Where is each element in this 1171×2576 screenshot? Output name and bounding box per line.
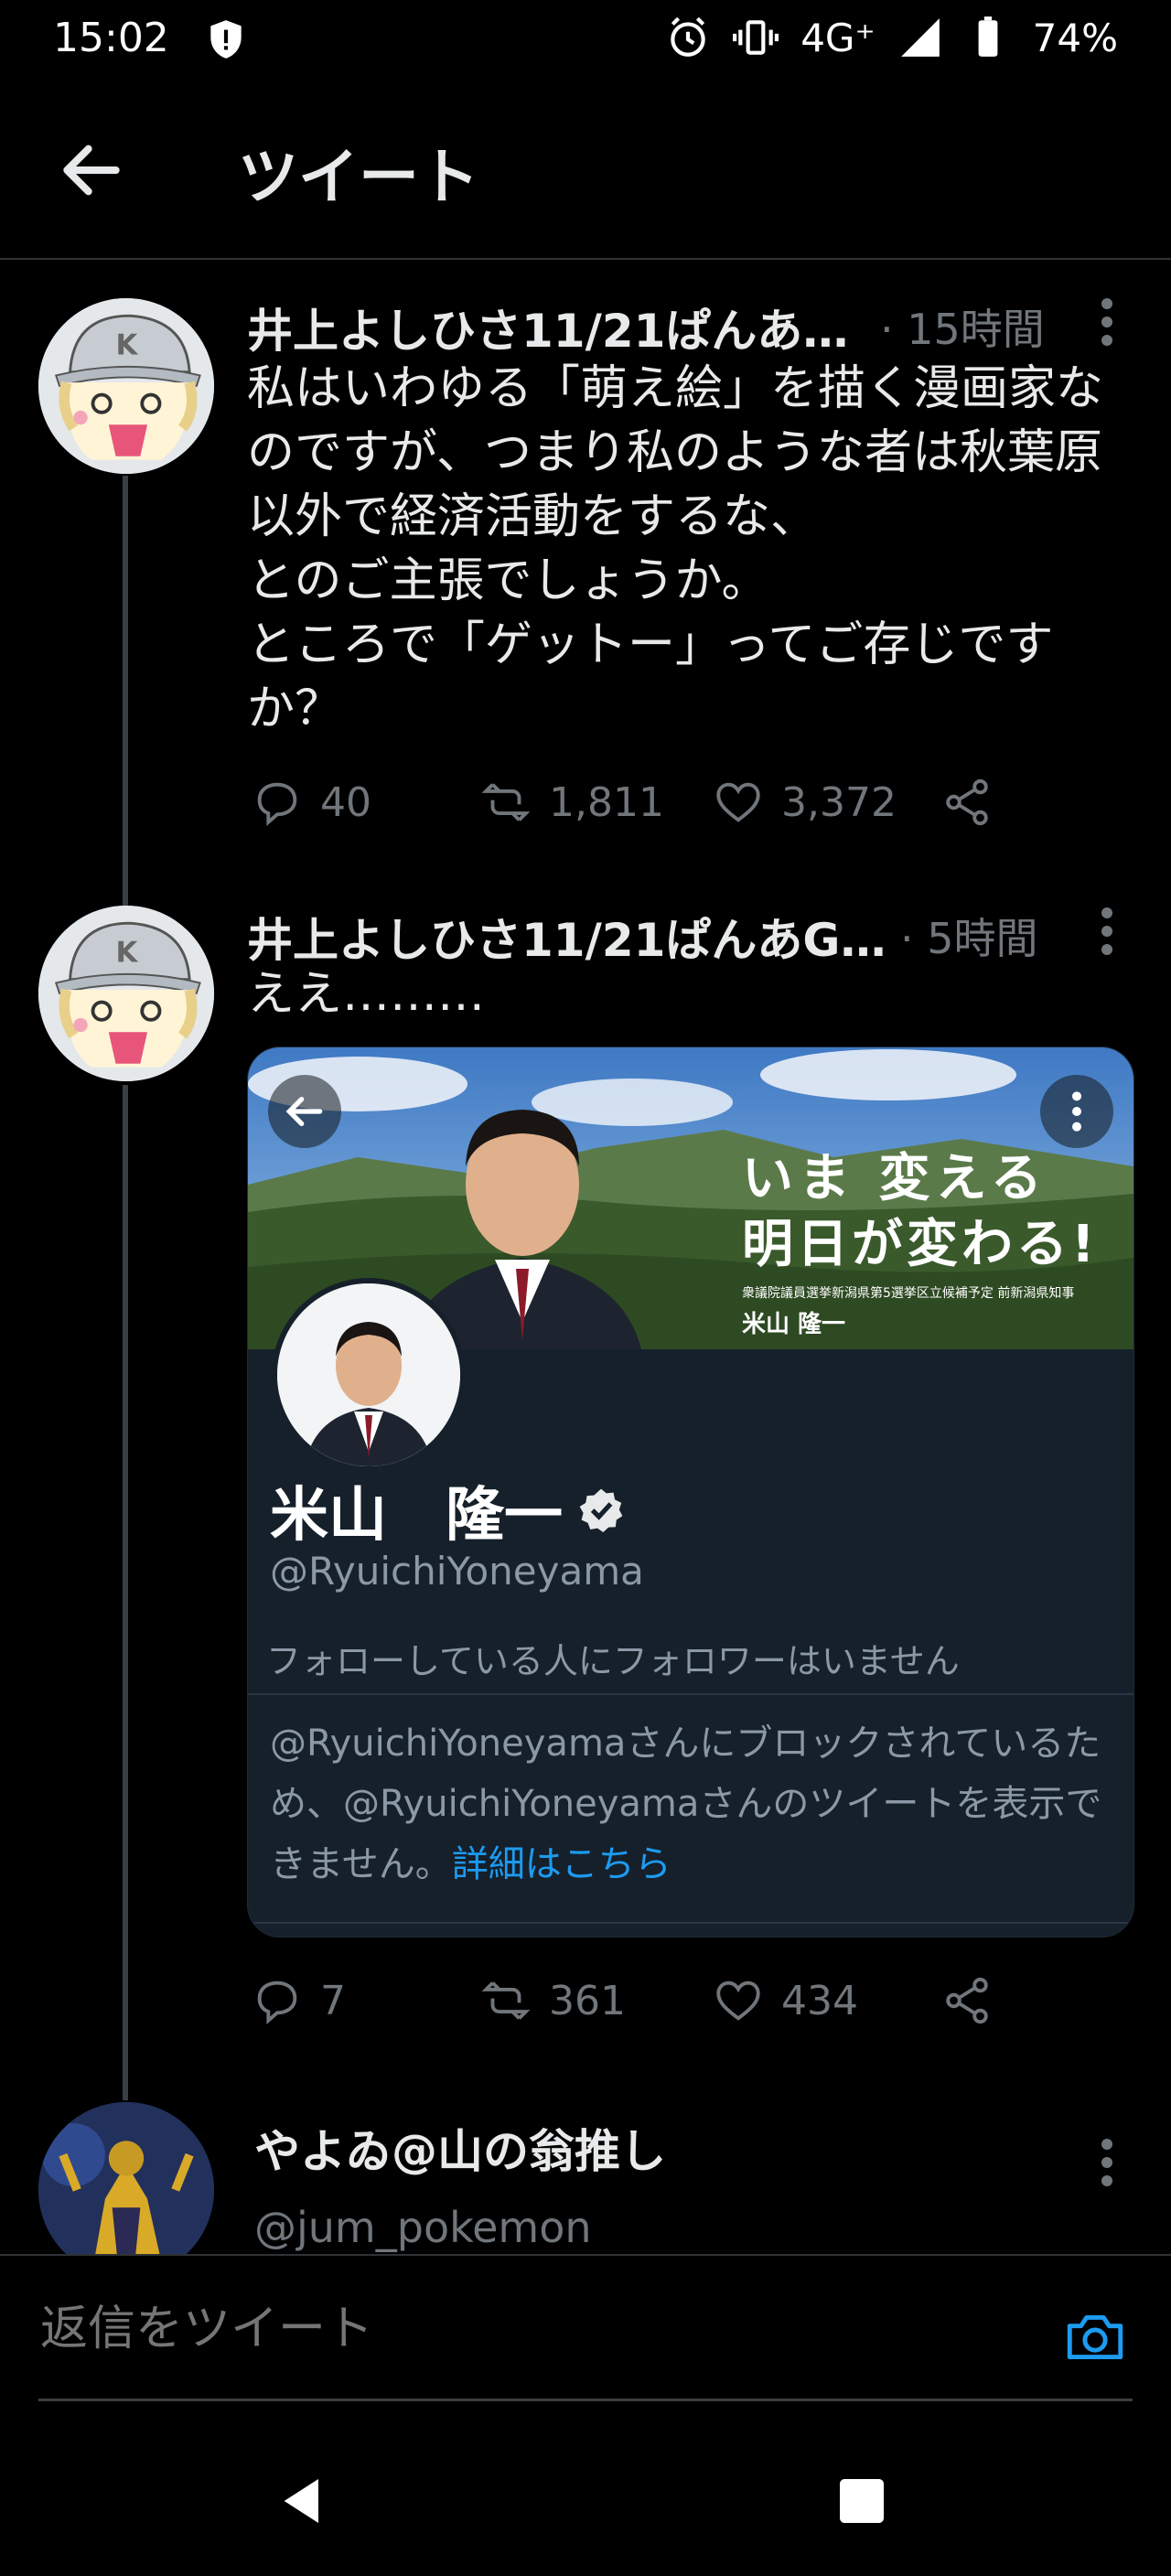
card-back-button[interactable]	[268, 1075, 341, 1148]
nav-back-icon[interactable]	[274, 2472, 333, 2530]
status-time: 15:02	[53, 15, 169, 61]
like-count: 3,372	[781, 778, 897, 826]
heart-icon	[716, 782, 760, 822]
like-button[interactable]: 434	[712, 1974, 858, 2027]
system-nav-bar	[0, 2402, 1171, 2576]
avatar[interactable]: K	[38, 298, 214, 474]
retweet-count: 1,811	[549, 778, 664, 826]
reply-input[interactable]	[38, 2287, 1048, 2371]
profile-handle: @RyuichiYoneyama	[270, 1549, 644, 1594]
tweet-time[interactable]: · 15時間	[880, 296, 1045, 357]
status-indicators: 4G⁺ 74%	[665, 15, 1118, 60]
banner-caption: 衆議院議員選挙新潟県第5選挙区立候補予定 前新潟県知事	[742, 1286, 1075, 1301]
reply-button[interactable]: 7	[251, 1974, 346, 2027]
alarm-icon	[671, 16, 705, 57]
svg-text:K: K	[115, 936, 138, 969]
profile-name-text: 米山 隆一	[270, 1482, 563, 1550]
tweet-author[interactable]: 井上よしひさ11/21ぱんあ…	[247, 295, 848, 360]
heart-icon	[716, 1980, 760, 2021]
share-button[interactable]	[940, 1974, 994, 2027]
reply-handle[interactable]: @jum_pokemon	[254, 2203, 592, 2252]
more-options-icon[interactable]	[1089, 295, 1125, 349]
retweet-icon	[481, 783, 531, 821]
page-title: ツイート	[238, 142, 479, 212]
status-bar: 15:02 4G⁺ 74%	[0, 0, 1171, 82]
manga-character-icon: K	[38, 298, 214, 474]
details-link[interactable]: 詳細はこちら	[452, 1843, 671, 1885]
character-avatar-icon	[38, 2102, 214, 2254]
card-divider	[248, 1693, 1133, 1695]
verified-badge-icon	[579, 1488, 623, 1533]
profile-name: 米山 隆一	[270, 1468, 627, 1552]
blocked-text: @RyuichiYoneyamaさんにブロックされているため、@RyuichiY…	[270, 1723, 1102, 1885]
blocked-notice: @RyuichiYoneyamaさんにブロックされているため、@RyuichiY…	[270, 1713, 1112, 1894]
avatar[interactable]: K	[38, 906, 214, 1081]
retweet-button[interactable]: 1,811	[479, 776, 664, 829]
banner-slogan-2: 明日が変わる!	[742, 1215, 1099, 1274]
next-reply[interactable]: やよゐ@山の翁推し @jum_pokemon	[0, 2100, 1171, 2254]
camera-icon[interactable]	[1061, 2303, 1129, 2371]
reply-author[interactable]: やよゐ@山の翁推し	[254, 2115, 666, 2181]
banner-name: 米山 隆一	[742, 1311, 846, 1338]
avatar[interactable]	[38, 2102, 214, 2254]
app-header	[0, 82, 1171, 260]
banner-slogan-1: いま 変える	[742, 1149, 1047, 1208]
tweet-time[interactable]: · 5時間	[900, 906, 1038, 966]
reply-button[interactable]: 40	[251, 776, 371, 829]
composer-underline	[38, 2399, 1133, 2401]
share-icon	[946, 1977, 988, 2024]
reply-icon	[257, 782, 297, 827]
back-arrow-icon	[285, 1097, 323, 1126]
battery-icon	[978, 16, 998, 57]
vibrate-icon	[733, 20, 779, 55]
reply-count: 7	[320, 1977, 346, 2024]
profile-avatar[interactable]	[272, 1278, 466, 1472]
network-type: 4G⁺	[800, 15, 876, 60]
share-icon	[946, 778, 988, 826]
embedded-profile-card[interactable]: いま 変える 明日が変わる! 衆議院議員選挙新潟県第5選挙区立候補予定 前新潟県…	[247, 1046, 1134, 1937]
more-options-icon[interactable]	[1089, 2135, 1125, 2190]
signal-icon	[900, 18, 940, 57]
more-options-icon	[1072, 1091, 1081, 1132]
more-options-icon[interactable]	[1089, 904, 1125, 959]
retweet-button[interactable]: 361	[479, 1974, 626, 2027]
like-count: 434	[781, 1977, 858, 2024]
back-arrow-icon[interactable]	[55, 134, 128, 207]
thread-line	[123, 1085, 128, 2100]
reply-count: 40	[320, 778, 371, 826]
thread-line	[123, 476, 128, 906]
share-button[interactable]	[940, 776, 994, 829]
reply-icon	[257, 1980, 297, 2025]
manga-character-icon: K	[38, 906, 214, 1081]
battery-percent: 74%	[1032, 15, 1118, 60]
retweet-icon	[481, 1981, 531, 2020]
followers-note: フォローしている人にフォロワーはいません	[266, 1641, 960, 1681]
tweet-text: ええ………	[247, 967, 486, 1022]
tweet-text: 私はいわゆる「萌え絵」を描く漫画家なのですが、つまり私のような者は秋葉原以外で経…	[247, 361, 1104, 736]
svg-text:K: K	[115, 328, 138, 361]
tweet-author[interactable]: 井上よしひさ11/21ぱんあG…	[247, 904, 886, 970]
retweet-count: 361	[549, 1977, 626, 2024]
nav-recents-icon[interactable]	[833, 2472, 891, 2530]
portrait-image	[277, 1283, 460, 1466]
card-more-button[interactable]	[1040, 1075, 1113, 1148]
shield-alert-icon	[210, 20, 242, 59]
card-divider	[248, 1922, 1133, 1924]
like-button[interactable]: 3,372	[712, 776, 897, 829]
